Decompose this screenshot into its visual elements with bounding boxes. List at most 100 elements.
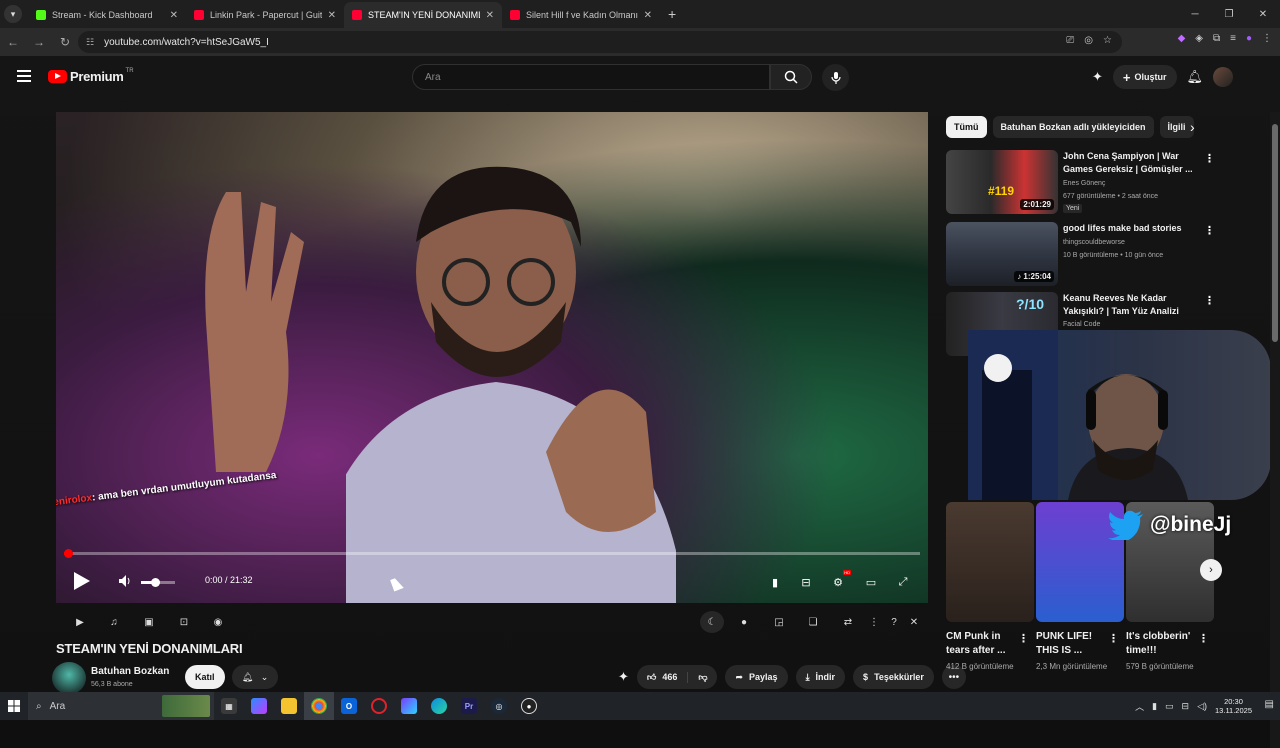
more-vertical-icon[interactable]: ⋮ xyxy=(1108,632,1119,645)
page-scrollbar[interactable] xyxy=(1270,112,1280,748)
video-camera-icon[interactable]: ▶ xyxy=(72,614,88,630)
more-vertical-icon[interactable]: ⋮ xyxy=(1018,632,1029,645)
channel-avatar[interactable] xyxy=(52,662,86,694)
more-vertical-icon[interactable]: ⋮ xyxy=(866,614,882,630)
puzzle-icon[interactable]: ⧉ xyxy=(1213,33,1220,44)
browser-menu-icon[interactable]: ⋮ xyxy=(1262,33,1272,44)
share-button[interactable]: ➦ Paylaş xyxy=(725,665,788,689)
notifications-bell-icon[interactable]: 🔔︎ xyxy=(1187,69,1204,85)
taskbar-app[interactable] xyxy=(304,692,334,720)
taskbar-app[interactable] xyxy=(424,692,454,720)
channel-name[interactable]: Facial Code xyxy=(1063,321,1100,328)
video-title[interactable]: Keanu Reeves Ne Kadar Yakışıklı? | Tam Y… xyxy=(1063,292,1193,318)
close-tab-icon[interactable]: ✕ xyxy=(170,10,178,21)
sparkle-icon[interactable]: ✦ xyxy=(1092,69,1103,85)
shorts-next-chevron-icon[interactable]: › xyxy=(1200,559,1222,581)
bookmark-star-icon[interactable]: ☆ xyxy=(1103,35,1112,46)
close-window-icon[interactable]: ✕ xyxy=(1246,0,1280,28)
voice-search-button[interactable] xyxy=(822,64,849,91)
browser-tab-0[interactable]: Stream - Kick Dashboard ✕ xyxy=(28,2,186,28)
subscription-bell-button[interactable]: 🔔︎ ⌄ xyxy=(232,665,278,689)
search-input[interactable]: Ara xyxy=(412,64,770,90)
recommended-video[interactable]: ♪ 1:25:04 good lifes make bad stories th… xyxy=(946,222,1246,286)
volume-knob[interactable] xyxy=(151,578,160,587)
browser-tab-2[interactable]: STEAM'IN YENİ DONANIMLARI ✕ xyxy=(344,2,502,28)
browser-tab-1[interactable]: Linkin Park - Papercut | Guitar Cover ✕ xyxy=(186,2,344,28)
taskbar-clock[interactable]: 20:30 13.11.2025 xyxy=(1215,697,1252,715)
media-icon[interactable]: ≡ xyxy=(1230,33,1236,44)
reload-icon[interactable]: ↻ xyxy=(52,35,78,49)
search-button[interactable] xyxy=(770,64,812,90)
youtube-premium-logo[interactable]: Premium TR xyxy=(48,68,134,84)
taskbar-app[interactable]: O xyxy=(334,692,364,720)
taskbar-app[interactable]: ▦ xyxy=(214,692,244,720)
restore-icon[interactable]: ❐ xyxy=(1212,0,1246,28)
taskbar-app[interactable] xyxy=(364,692,394,720)
progress-bar[interactable] xyxy=(64,549,920,558)
short-title[interactable]: It's clobberin' time!!! xyxy=(1126,630,1200,658)
dislike-button[interactable]: 👎︎ xyxy=(688,672,717,683)
taskbar-app[interactable]: ● xyxy=(514,692,544,720)
thanks-button[interactable]: $ Teşekkürler xyxy=(853,665,934,689)
profile-icon[interactable]: ● xyxy=(1246,33,1252,44)
address-bar[interactable]: ☷ youtube.com/watch?v=htSeJGaW5_I ⎚ ◎ ☆ xyxy=(78,31,1122,53)
chip-related[interactable]: İlgili xyxy=(1159,116,1194,138)
channel-name[interactable]: thingscouldbeworse xyxy=(1063,239,1125,246)
close-tab-icon[interactable]: ✕ xyxy=(644,10,652,21)
join-button[interactable]: Katıl xyxy=(185,665,225,689)
video-title[interactable]: John Cena Şampiyon | War Games Gereksiz … xyxy=(1063,150,1193,176)
theater-mode-icon[interactable]: ▭ xyxy=(862,573,880,591)
video-thumbnail[interactable]: #119 2:01:29 xyxy=(946,150,1058,214)
sparkle-icon[interactable]: ✦ xyxy=(618,669,629,685)
more-vertical-icon[interactable]: ⋮ xyxy=(1204,294,1215,307)
recommended-video[interactable]: #119 2:01:29 John Cena Şampiyon | War Ga… xyxy=(946,150,1246,214)
minimize-icon[interactable]: ─ xyxy=(1178,0,1212,28)
short-thumbnail[interactable] xyxy=(946,502,1034,622)
settings-gear-icon[interactable]: ⚙ HD xyxy=(829,570,851,591)
video-player[interactable]: Xenirolox: ama ben vrdan umutluyum kutad… xyxy=(56,112,928,603)
short-title[interactable]: CM Punk in tears after ... xyxy=(946,630,1020,658)
music-note-icon[interactable]: ♫ xyxy=(106,614,122,630)
close-tab-icon[interactable]: ✕ xyxy=(486,10,494,21)
menu-hamburger-icon[interactable] xyxy=(17,70,31,82)
loop-icon[interactable]: ⇄ xyxy=(840,614,856,630)
dark-mode-moon-icon[interactable]: ☾ xyxy=(700,611,724,633)
volume-icon[interactable] xyxy=(118,574,132,588)
miniplayer-icon[interactable]: ◲ xyxy=(771,614,787,630)
taskbar-search[interactable]: ⌕ Ara xyxy=(28,692,214,720)
microphone-icon[interactable]: ▮ xyxy=(1152,701,1157,712)
taskbar-app[interactable] xyxy=(394,692,424,720)
channel-name[interactable]: Enes Gönenç xyxy=(1063,180,1105,187)
more-vertical-icon[interactable]: ⋮ xyxy=(1198,632,1209,645)
notification-center-icon[interactable]: ▤ xyxy=(1265,699,1274,710)
start-button[interactable] xyxy=(0,692,28,720)
taskbar-app[interactable] xyxy=(274,692,304,720)
tray-overflow-chevron-icon[interactable]: ︿ xyxy=(1135,700,1144,713)
browser-tab-3[interactable]: Silent Hill f ve Kadın Olmanın Korkusu ✕ xyxy=(502,2,660,28)
toggle-icon[interactable]: ▮ xyxy=(766,573,784,591)
close-tab-icon[interactable]: ✕ xyxy=(328,10,336,21)
back-icon[interactable]: ← xyxy=(0,35,26,49)
volume-slider[interactable] xyxy=(141,578,175,587)
camera-icon[interactable]: ◉ xyxy=(210,614,226,630)
more-vertical-icon[interactable]: ⋮ xyxy=(1204,152,1215,165)
help-icon[interactable]: ? xyxy=(886,614,902,630)
short-title[interactable]: PUNK LIFE! THIS IS ... xyxy=(1036,630,1110,658)
new-tab-icon[interactable]: + xyxy=(668,6,676,22)
video-thumbnail[interactable]: ♪ 1:25:04 xyxy=(946,222,1058,286)
like-button[interactable]: 👍︎ 466 xyxy=(637,671,689,683)
lightbulb-icon[interactable]: ● xyxy=(736,614,752,630)
chip-from-uploader[interactable]: Batuhan Bozkan adlı yükleyiciden xyxy=(992,116,1154,138)
download-button[interactable]: ⤓ İndir xyxy=(795,665,846,689)
subtitles-icon[interactable]: ⊟ xyxy=(797,573,815,591)
chip-all[interactable]: Tümü xyxy=(946,116,987,138)
more-vertical-icon[interactable]: ⋮ xyxy=(1204,224,1215,237)
close-icon[interactable]: ✕ xyxy=(906,614,922,630)
cards-icon[interactable]: ❏ xyxy=(805,614,821,630)
extension-icon[interactable]: ◈ xyxy=(1195,33,1203,44)
site-info-icon[interactable]: ☷ xyxy=(86,37,94,48)
network-icon[interactable]: ⊟ xyxy=(1182,701,1190,712)
play-icon[interactable] xyxy=(74,572,90,590)
channel-name[interactable]: Batuhan Bozkan xyxy=(91,666,169,677)
scrollbar-thumb[interactable] xyxy=(1272,124,1278,342)
